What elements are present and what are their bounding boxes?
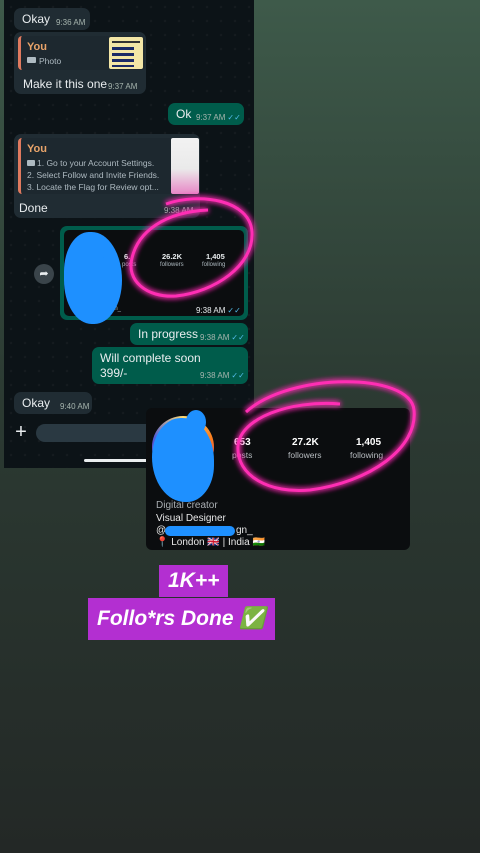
promo-banner-line1: 1K++ — [159, 565, 229, 597]
highlight-circle — [236, 380, 416, 493]
promo-banner-line2: Follo*rs Done ✅ — [88, 598, 275, 640]
